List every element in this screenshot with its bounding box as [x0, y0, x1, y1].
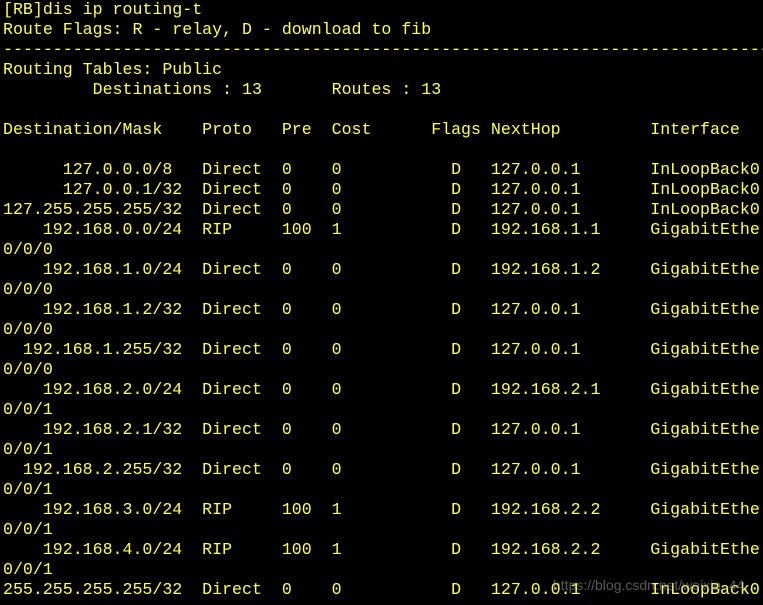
terminal-line-table-name: Routing Tables: Public — [3, 60, 223, 79]
terminal-line-route: 127.0.0.0/8 Direct 0 0 D 127.0.0.1 InLoo… — [3, 160, 760, 179]
terminal-line-route: 192.168.4.0/24 RIP 100 1 D 192.168.2.2 G… — [3, 540, 760, 559]
terminal-line-summary: Destinations : 13 Routes : 13 — [3, 80, 442, 99]
terminal-line-separator: ----------------------------------------… — [3, 40, 763, 59]
terminal-line-wrap: 0/0/1 — [3, 480, 53, 499]
terminal-line-route: 127.0.0.1/32 Direct 0 0 D 127.0.0.1 InLo… — [3, 180, 760, 199]
terminal-line-wrap: 0/0/0 — [3, 280, 53, 299]
terminal-line-wrap: 0/0/0 — [3, 360, 53, 379]
terminal-line-route: 192.168.0.0/24 RIP 100 1 D 192.168.1.1 G… — [3, 220, 760, 239]
terminal-line-wrap: 0/0/0 — [3, 240, 53, 259]
terminal-line-header: Destination/Mask Proto Pre Cost Flags Ne… — [3, 120, 740, 139]
terminal-line-route: 192.168.3.0/24 RIP 100 1 D 192.168.2.2 G… — [3, 500, 760, 519]
terminal-line-route: 192.168.1.2/32 Direct 0 0 D 127.0.0.1 Gi… — [3, 300, 760, 319]
terminal-line-route-flags: Route Flags: R - relay, D - download to … — [3, 20, 432, 39]
terminal-line-wrap: 0/0/1 — [3, 400, 53, 419]
terminal-line-route: 192.168.2.1/32 Direct 0 0 D 127.0.0.1 Gi… — [3, 420, 760, 439]
terminal-window[interactable]: [RB]dis ip routing-t Route Flags: R - re… — [0, 0, 763, 605]
terminal-line-route: 192.168.2.0/24 Direct 0 0 D 192.168.2.1 … — [3, 380, 760, 399]
terminal-line-route: 192.168.1.0/24 Direct 0 0 D 192.168.1.2 … — [3, 260, 760, 279]
terminal-line-wrap: 0/0/1 — [3, 440, 53, 459]
terminal-line-route: 127.255.255.255/32 Direct 0 0 D 127.0.0.… — [3, 200, 760, 219]
terminal-line-command: [RB]dis ip routing-t — [3, 0, 203, 19]
terminal-line-route: 192.168.2.255/32 Direct 0 0 D 127.0.0.1 … — [3, 460, 760, 479]
terminal-line-wrap: 0/0/1 — [3, 520, 53, 539]
terminal-line-route: 192.168.1.255/32 Direct 0 0 D 127.0.0.1 … — [3, 340, 760, 359]
terminal-line-wrap: 0/0/1 — [3, 560, 53, 579]
watermark-text: https://blog.csdn.net/weixin_44... — [553, 577, 757, 593]
terminal-line-wrap: 0/0/0 — [3, 320, 53, 339]
